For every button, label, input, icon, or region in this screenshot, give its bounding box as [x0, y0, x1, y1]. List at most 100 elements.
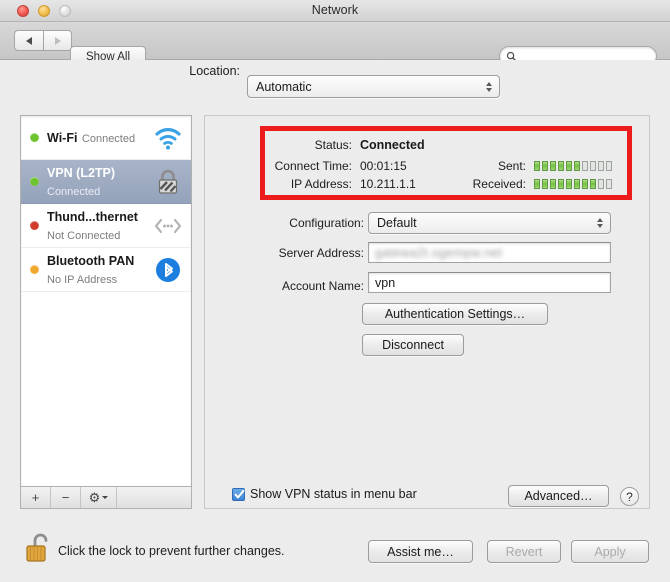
connect-time-label: Connect Time:	[274, 158, 352, 173]
services-list-toolbar: + − ⚙	[20, 487, 192, 509]
meter-segment	[590, 178, 596, 189]
account-name-label: Account Name:	[281, 278, 364, 293]
service-name: VPN (L2TP)	[47, 165, 116, 180]
meter-segment	[574, 160, 580, 171]
status-row: Status: Connected	[266, 136, 425, 153]
lock-hint-text: Click the lock to prevent further change…	[58, 544, 285, 558]
server-address-label: Server Address:	[278, 245, 364, 260]
server-address-label-row: Server Address:	[246, 244, 364, 261]
status-dot	[30, 177, 39, 186]
meter-segment	[558, 160, 564, 171]
status-value: Connected	[360, 137, 425, 152]
configuration-value: Default	[377, 216, 417, 230]
window-title: Network	[311, 3, 359, 17]
meter-segment	[542, 160, 548, 171]
service-status: No IP Address	[47, 273, 118, 286]
connect-time-value: 00:01:15	[360, 158, 407, 173]
meter-segment	[550, 160, 556, 171]
toolbar: Show All	[0, 22, 670, 67]
server-address-field[interactable]: gatewa2t.ogempw.net	[368, 242, 611, 263]
meter-segment	[542, 178, 548, 189]
meter-segment	[606, 178, 612, 189]
sent-row: Sent:	[440, 157, 612, 174]
received-meter	[534, 178, 612, 189]
ethernet-icon	[154, 218, 182, 233]
show-vpn-status-row[interactable]: Show VPN status in menu bar	[232, 487, 417, 501]
location-label: Location:	[189, 64, 240, 78]
connect-time-row: Connect Time: 00:01:15	[266, 157, 407, 174]
chevron-right-icon	[54, 36, 61, 45]
sidebar-item-bluetooth-pan[interactable]: Bluetooth PAN No IP Address	[21, 248, 191, 292]
chevron-left-icon	[26, 36, 32, 45]
bluetooth-icon	[156, 257, 180, 282]
back-button[interactable]	[14, 30, 43, 51]
account-name-label-row: Account Name:	[246, 277, 364, 294]
server-address-value: gatewa2t.ogempw.net	[375, 245, 503, 260]
chevron-down-icon	[102, 496, 109, 499]
chevron-updown-icon	[597, 218, 603, 228]
wifi-icon	[155, 127, 181, 149]
service-status: Not Connected	[47, 229, 121, 242]
service-name: Thund...thernet	[47, 209, 138, 224]
location-value: Automatic	[256, 79, 312, 94]
remove-service-button[interactable]: −	[51, 487, 81, 508]
authentication-settings-button[interactable]: Authentication Settings…	[362, 303, 548, 325]
meter-segment	[558, 178, 564, 189]
unlocked-padlock-icon[interactable]	[24, 530, 56, 566]
forward-button	[43, 30, 72, 51]
meter-segment	[598, 178, 604, 189]
configuration-popup-button[interactable]: Default	[368, 212, 611, 234]
sidebar-item-vpn[interactable]: VPN (L2TP) Connected	[21, 160, 191, 204]
ip-address-label: IP Address:	[290, 176, 352, 191]
ip-address-value: 10.211.1.1	[360, 176, 416, 191]
service-status: Connected	[81, 132, 136, 145]
meter-segment	[566, 178, 572, 189]
gear-icon: ⚙	[88, 489, 101, 505]
meter-segment	[534, 178, 540, 189]
sent-label: Sent:	[497, 158, 526, 173]
meter-segment	[590, 160, 596, 171]
sidebar-item-thunderbolt-ethernet[interactable]: Thund...thernet Not Connected	[21, 204, 191, 248]
sent-meter	[534, 160, 612, 171]
status-dot	[30, 133, 39, 142]
network-preferences-window: Network Show All Location: Automatic Wi-…	[0, 0, 670, 582]
meter-segment	[582, 160, 588, 171]
chevron-updown-icon	[486, 81, 492, 92]
revert-button: Revert	[487, 540, 561, 563]
service-name: Bluetooth PAN	[47, 253, 135, 268]
received-label: Received:	[472, 176, 526, 191]
account-name-field[interactable]: vpn	[368, 272, 611, 293]
status-dot	[30, 265, 39, 274]
service-status: Connected	[47, 185, 101, 198]
network-services-list[interactable]: Wi-Fi Connected VPN (L2TP) Connected Thu…	[20, 115, 192, 487]
add-service-button[interactable]: +	[21, 487, 51, 508]
title-bar: Network	[0, 0, 670, 22]
sidebar-item-wifi[interactable]: Wi-Fi Connected	[21, 116, 191, 160]
meter-segment	[566, 160, 572, 171]
location-popup-button[interactable]: Automatic	[247, 75, 500, 98]
lock-icon	[158, 169, 178, 194]
checkmark-icon	[234, 489, 245, 498]
show-vpn-status-checkbox[interactable]	[232, 487, 245, 501]
meter-segment	[574, 178, 580, 189]
status-label: Status:	[314, 137, 352, 152]
show-vpn-status-label: Show VPN status in menu bar	[250, 487, 417, 501]
account-name-value: vpn	[375, 275, 396, 290]
advanced-button[interactable]: Advanced…	[508, 485, 609, 507]
meter-segment	[550, 178, 556, 189]
meter-segment	[606, 160, 612, 171]
disconnect-button[interactable]: Disconnect	[362, 334, 464, 356]
help-button[interactable]: ?	[620, 487, 639, 506]
status-dot	[30, 221, 39, 230]
meter-segment	[534, 160, 540, 171]
configuration-label-row: Configuration:	[246, 214, 364, 231]
meter-segment	[598, 160, 604, 171]
meter-segment	[582, 178, 588, 189]
assist-me-button[interactable]: Assist me…	[368, 540, 473, 563]
ip-address-row: IP Address: 10.211.1.1	[266, 175, 416, 192]
configuration-label: Configuration:	[289, 215, 364, 230]
service-actions-button[interactable]: ⚙	[81, 487, 117, 508]
apply-button: Apply	[571, 540, 649, 563]
received-row: Received:	[440, 175, 612, 192]
service-name: Wi-Fi	[47, 130, 78, 145]
